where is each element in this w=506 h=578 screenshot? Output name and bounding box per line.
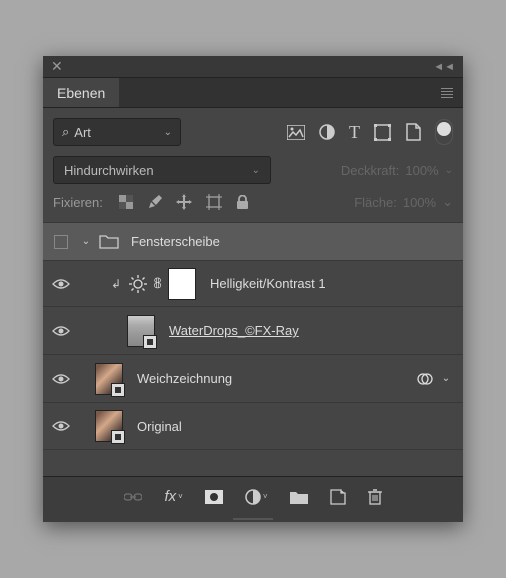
visibility-toggle[interactable]: [43, 235, 79, 249]
lock-pixels-icon[interactable]: [147, 195, 162, 210]
link-icon: 𝟠: [153, 275, 162, 292]
clip-icon: ↲: [111, 277, 121, 291]
smartobject-badge: [111, 430, 125, 444]
lock-label: Fixieren:: [53, 195, 103, 210]
link-layers-icon[interactable]: [124, 492, 142, 502]
visibility-toggle[interactable]: [43, 278, 79, 290]
delete-icon[interactable]: [368, 489, 382, 505]
filter-type-icon[interactable]: T: [349, 122, 360, 143]
chevron-down-icon: ⌄: [445, 165, 453, 176]
visibility-toggle[interactable]: [43, 373, 79, 385]
filter-shape-icon[interactable]: [374, 124, 391, 141]
add-mask-icon[interactable]: [205, 490, 223, 504]
opacity-value: 100%: [405, 163, 438, 178]
opacity-label: Deckkraft:: [341, 163, 400, 178]
chevron-down-icon: ⌄: [164, 127, 172, 138]
filter-row: ⌕ Art ⌄ T: [43, 108, 463, 156]
layer-group[interactable]: ⌄ Fensterscheibe: [43, 222, 463, 260]
new-adjustment-icon[interactable]: ˅: [245, 489, 268, 505]
chevron-down-icon: ⌄: [442, 194, 453, 210]
new-layer-icon[interactable]: [330, 489, 346, 505]
layer-thumb[interactable]: [95, 410, 123, 442]
visibility-toggle[interactable]: [43, 420, 79, 432]
blend-mode-label: Hindurchwirken: [64, 163, 252, 178]
resize-grabber[interactable]: [43, 516, 463, 522]
layer-name: Fensterscheibe: [131, 234, 220, 249]
layer-name: WaterDrops_©FX-Ray: [169, 323, 299, 338]
new-group-icon[interactable]: [290, 490, 308, 504]
layers-list: ⌄ Fensterscheibe ↲ 𝟠 Helligkeit/Kontrast…: [43, 222, 463, 450]
folder-icon: [99, 234, 119, 249]
smartfilter-icon[interactable]: [417, 373, 433, 385]
fill-control[interactable]: Fläche: 100% ⌄: [354, 194, 453, 210]
panel-footer: fx˅ ˅: [43, 476, 463, 516]
layer-name: Original: [137, 419, 182, 434]
layer-mask-thumb[interactable]: [168, 268, 196, 300]
filter-toggle[interactable]: [435, 119, 453, 145]
brightness-icon: [129, 275, 147, 293]
chevron-down-icon[interactable]: ⌄: [439, 373, 453, 384]
lock-all-icon[interactable]: [236, 195, 249, 210]
layer-adjustment[interactable]: ↲ 𝟠 Helligkeit/Kontrast 1: [43, 260, 463, 306]
chevron-down-icon: ⌄: [252, 165, 260, 176]
smartobject-badge: [143, 335, 157, 349]
tab-label: Ebenen: [57, 85, 105, 101]
fx-icon[interactable]: fx˅: [164, 488, 182, 505]
filter-dropdown[interactable]: ⌕ Art ⌄: [53, 118, 181, 146]
lock-row: Fixieren: Fläche: 100% ⌄: [43, 194, 463, 222]
smartobject-badge: [111, 383, 125, 397]
filter-pixel-icon[interactable]: [287, 125, 305, 140]
panel-menu-icon[interactable]: [441, 88, 453, 98]
panel-titlebar: ✕ ◄◄: [43, 56, 463, 78]
close-icon[interactable]: ✕: [51, 58, 63, 75]
opacity-control[interactable]: Deckkraft: 100% ⌄: [341, 163, 453, 178]
fill-label: Fläche:: [354, 195, 397, 210]
layers-panel: ✕ ◄◄ Ebenen ⌕ Art ⌄ T: [43, 56, 463, 522]
filter-smartobject-icon[interactable]: [405, 123, 421, 141]
search-icon: ⌕: [62, 124, 69, 140]
lock-position-icon[interactable]: [176, 194, 192, 210]
visibility-toggle[interactable]: [43, 325, 79, 337]
expand-icon[interactable]: ⌄: [79, 236, 93, 247]
lock-transparency-icon[interactable]: [119, 195, 133, 209]
panel-tabs: Ebenen: [43, 78, 463, 108]
layer-thumb[interactable]: [95, 363, 123, 395]
filter-label: Art: [74, 125, 163, 140]
layer-name: Helligkeit/Kontrast 1: [210, 276, 326, 291]
lock-artboard-icon[interactable]: [206, 194, 222, 210]
layer-name: Weichzeichnung: [137, 371, 232, 386]
fill-value: 100%: [403, 195, 436, 210]
layer-smartobject[interactable]: Original: [43, 402, 463, 450]
layer-thumb[interactable]: [127, 315, 155, 347]
blend-mode-dropdown[interactable]: Hindurchwirken ⌄: [53, 156, 271, 184]
tab-layers[interactable]: Ebenen: [43, 78, 119, 107]
layer-smartobject[interactable]: Weichzeichnung ⌄: [43, 354, 463, 402]
blend-row: Hindurchwirken ⌄ Deckkraft: 100% ⌄: [43, 156, 463, 194]
layer-smartobject[interactable]: WaterDrops_©FX-Ray: [43, 306, 463, 354]
collapse-icon[interactable]: ◄◄: [433, 61, 455, 73]
filter-adjustment-icon[interactable]: [319, 124, 335, 140]
